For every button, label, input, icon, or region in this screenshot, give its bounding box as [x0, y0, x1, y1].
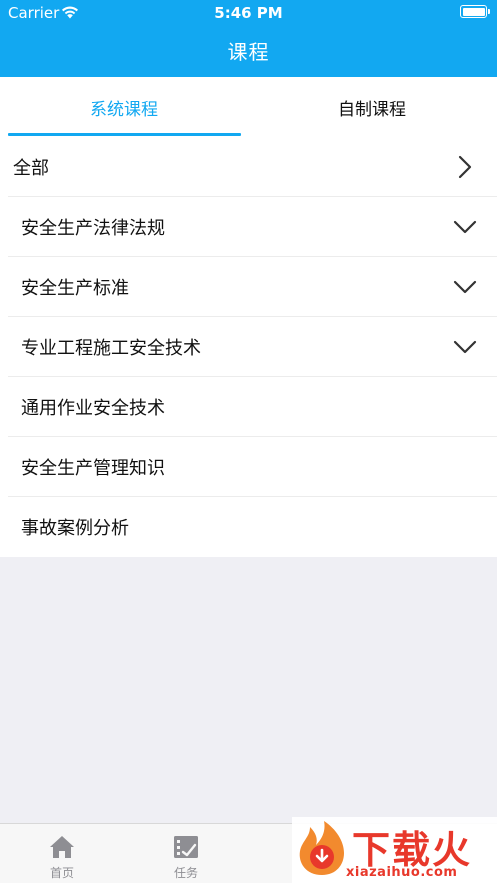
watermark: 下载火 xiazaihuo.com: [292, 817, 497, 883]
list-item-all[interactable]: 全部: [0, 137, 497, 197]
status-bar: Carrier 5:46 PM: [0, 0, 497, 26]
status-time: 5:46 PM: [214, 4, 283, 22]
tabbar-item-home[interactable]: 首页: [0, 824, 124, 883]
tabbar-label: 任务: [173, 866, 198, 880]
course-tabs: 系统课程 自制课程: [0, 77, 497, 137]
list-item[interactable]: 安全生产法律法规: [0, 197, 497, 257]
page-title: 课程: [227, 40, 270, 64]
tab-custom-courses[interactable]: 自制课程: [248, 77, 496, 137]
battery-icon: [460, 5, 490, 18]
list-item-label: 安全生产管理知识: [21, 458, 165, 479]
navigation-bar: Carrier 5:46 PM 课程: [0, 0, 497, 77]
list-item-label: 全部: [13, 158, 49, 179]
home-icon: [50, 836, 74, 858]
list-item-label: 通用作业安全技术: [21, 398, 165, 419]
chevron-down-icon: [453, 340, 477, 354]
active-tab-indicator: [8, 133, 241, 136]
list-item[interactable]: 安全生产标准: [0, 257, 497, 317]
chevron-down-icon: [453, 220, 477, 234]
category-list: 全部 安全生产法律法规 安全生产标准 专业工程施工安全技术 通用作业安全技术 安…: [0, 137, 497, 557]
chevron-down-icon: [453, 280, 477, 294]
task-icon: [174, 836, 198, 858]
list-item-label: 专业工程施工安全技术: [21, 338, 201, 359]
list-item-label: 安全生产法律法规: [21, 218, 165, 239]
list-item[interactable]: 事故案例分析: [0, 497, 497, 557]
tabbar-label: 首页: [49, 866, 74, 880]
list-item[interactable]: 专业工程施工安全技术: [0, 317, 497, 377]
flame-logo-icon: [299, 821, 344, 875]
tab-system-courses[interactable]: 系统课程: [0, 77, 248, 137]
list-item[interactable]: 通用作业安全技术: [0, 377, 497, 437]
list-item[interactable]: 安全生产管理知识: [0, 437, 497, 497]
list-item-label: 事故案例分析: [21, 518, 129, 539]
list-item-label: 安全生产标准: [21, 278, 129, 299]
tabbar-item-task[interactable]: 任务: [124, 824, 248, 883]
watermark-site: xiazaihuo.com: [346, 865, 458, 880]
chevron-right-icon: [458, 155, 472, 179]
